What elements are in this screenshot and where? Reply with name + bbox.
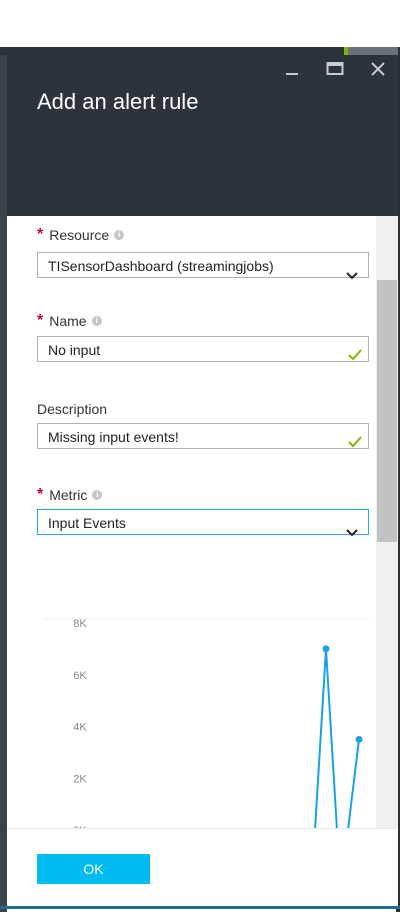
data-point[interactable] [355,735,363,743]
resource-label-row: * Resource i [37,226,125,244]
resource-value: TISensorDashboard (streamingjobs) [48,258,274,274]
description-label: Description [37,401,108,417]
metric-label: Metric [49,487,88,503]
metric-select[interactable]: Input Events [37,509,369,537]
background-strip [0,0,400,47]
blade-title: Add an alert rule [37,89,199,114]
y-tick-label: 4K [73,722,87,734]
info-icon[interactable]: i [92,490,103,500]
info-icon[interactable]: i [91,316,102,326]
resource-select[interactable]: TISensorDashboard (streamingjobs) [37,252,369,280]
ok-button[interactable]: OK [37,854,150,884]
description-label-row: Description [37,401,107,417]
blade-header: Add an alert rule [7,55,398,216]
minimize-icon[interactable] [281,61,303,81]
chevron-down-icon [346,262,358,288]
required-asterisk: * [37,486,44,503]
plot-area [115,645,363,832]
info-icon[interactable]: i [114,230,125,240]
bottom-border [0,906,400,909]
name-input[interactable]: No input [37,336,369,362]
name-value: No input [48,342,101,358]
scrollbar[interactable] [376,216,398,828]
y-tick-label: 2K [73,773,87,785]
required-asterisk: * [37,226,44,243]
check-icon [348,343,362,369]
y-axis: 8K6K4K2K0K [73,618,87,837]
top-bar [0,47,400,55]
y-tick-label: 8K [73,618,87,630]
metric-value: Input Events [48,515,126,531]
chevron-down-icon [346,519,358,545]
metric-label-row: * Metric i [37,486,103,504]
left-edge [0,55,7,912]
description-value: Missing input events! [48,429,179,445]
required-asterisk: * [37,312,44,329]
scrollbar-thumb[interactable] [377,280,397,542]
input-events-series-line [117,648,360,831]
maximize-icon[interactable] [324,61,346,81]
resource-label: Resource [49,227,110,243]
alert-rule-blade: Add an alert rule * Resource i TISensorD… [7,55,398,909]
name-label-row: * Name i [37,312,102,330]
close-icon[interactable] [367,61,389,81]
y-tick-label: 6K [73,670,87,682]
blade-footer: OK [7,828,398,909]
description-input[interactable]: Missing input events! [37,423,369,449]
check-icon [348,430,362,456]
data-point[interactable] [322,645,330,653]
name-label: Name [49,313,87,329]
form-area: * Resource i TISensorDashboard (streamin… [7,216,398,859]
